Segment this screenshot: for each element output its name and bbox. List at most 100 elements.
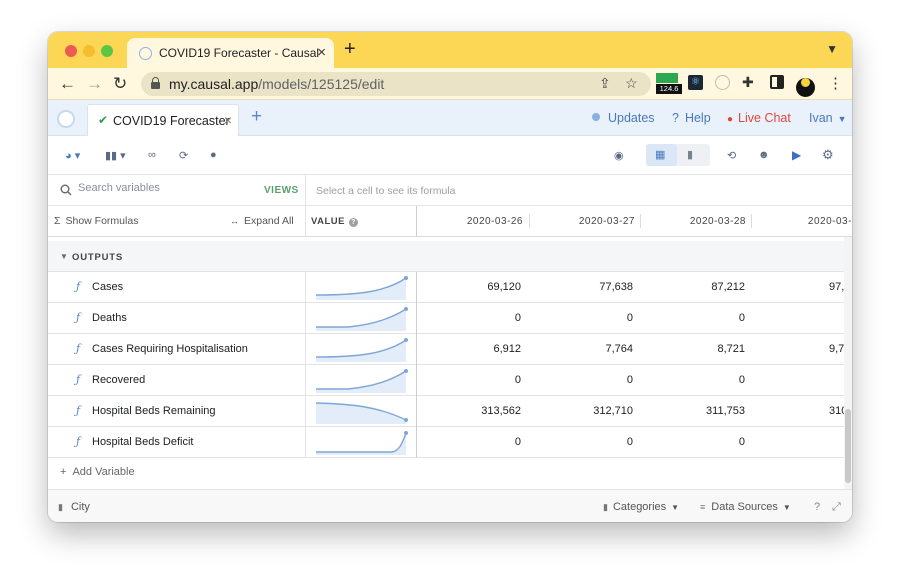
sparkline-chart[interactable] xyxy=(314,275,410,301)
sidebar-panel-icon[interactable] xyxy=(770,75,784,89)
chart-type-icon[interactable]: ▮▮ ▾ xyxy=(105,149,126,162)
extension-counter[interactable]: 124.6 xyxy=(656,73,682,94)
table-row[interactable]: ƒ Hospital Beds Deficit 0 0 0 xyxy=(48,427,844,458)
react-devtools-icon[interactable]: ⚛ xyxy=(688,75,703,90)
variable-name[interactable]: Hospital Beds Remaining xyxy=(92,405,216,417)
link-icon[interactable]: ∞ xyxy=(148,149,156,161)
puzzle-extensions-icon[interactable]: ✚ xyxy=(742,74,754,91)
view-mode-toggle[interactable]: ▦ ▮ xyxy=(646,144,710,166)
eye-icon[interactable]: ◉ xyxy=(614,149,624,162)
table-row[interactable]: ƒ Hospital Beds Remaining 313,562 312,710 31… xyxy=(48,396,844,427)
table-cell[interactable]: 311,753 xyxy=(645,405,745,417)
table-cell[interactable]: 69,120 xyxy=(421,281,521,293)
minimize-window-button[interactable] xyxy=(83,45,95,57)
table-cell[interactable]: 0 xyxy=(533,374,633,386)
time-settings-icon[interactable]: ◕ ▾ xyxy=(65,149,80,162)
help-icon[interactable]: ? xyxy=(814,501,820,513)
updates-link[interactable]: Updates xyxy=(592,111,655,125)
url-field[interactable]: my.causal.app/models/125125/edit ⇪ ☆ xyxy=(141,72,651,96)
maximize-window-button[interactable] xyxy=(101,45,113,57)
chart-view-icon[interactable]: ▮ xyxy=(687,148,693,161)
search-variables-input[interactable] xyxy=(78,182,248,194)
show-formulas-toggle[interactable]: Σ Show Formulas xyxy=(54,215,138,227)
table-cell[interactable]: 0 xyxy=(421,436,521,448)
help-link[interactable]: ? Help xyxy=(672,111,711,125)
table-cell[interactable]: 7,764 xyxy=(533,343,633,355)
table-cell[interactable]: 312,710 xyxy=(533,405,633,417)
sparkline-chart[interactable] xyxy=(314,430,410,456)
variable-name[interactable]: Cases xyxy=(92,281,123,293)
refresh-icon[interactable]: ⟳ xyxy=(179,149,188,162)
table-cell[interactable]: 0 xyxy=(645,374,745,386)
table-cell[interactable]: 0 xyxy=(645,436,745,448)
new-tab-button[interactable]: + xyxy=(344,38,356,61)
model-tab[interactable]: ✔ COVID19 Forecaster × xyxy=(87,104,239,136)
close-window-button[interactable] xyxy=(65,45,77,57)
reload-icon[interactable]: ↻ xyxy=(113,74,127,94)
back-arrow-icon[interactable]: ← xyxy=(59,74,76,94)
help-circle-icon[interactable]: ? xyxy=(349,218,358,227)
date-column-header[interactable]: 2020-03-28 xyxy=(654,216,746,227)
add-variable-button[interactable]: + Add Variable xyxy=(60,466,135,478)
live-chat-link[interactable]: ● Live Chat xyxy=(727,111,791,125)
expand-all-button[interactable]: ↔ Expand All xyxy=(230,215,294,227)
profile-avatar[interactable] xyxy=(796,73,815,97)
date-column-header[interactable]: 2020-03-27 xyxy=(543,216,635,227)
add-model-tab-button[interactable]: + xyxy=(251,106,262,128)
history-icon[interactable]: ⟲ xyxy=(727,149,736,162)
table-cell[interactable]: 0 xyxy=(533,436,633,448)
bookmark-star-icon[interactable]: ☆ xyxy=(625,75,638,92)
table-cell[interactable]: 0 xyxy=(421,312,521,324)
comment-icon[interactable]: ● xyxy=(210,149,217,161)
variable-name[interactable]: Recovered xyxy=(92,374,145,386)
table-cell[interactable]: 0 xyxy=(533,312,633,324)
table-cell[interactable]: 9,7 xyxy=(829,343,844,355)
table-cell[interactable]: 0 xyxy=(645,312,745,324)
forward-arrow-icon[interactable]: → xyxy=(86,74,103,94)
model-tab-close-icon[interactable]: × xyxy=(224,112,232,128)
views-button[interactable]: VIEWS xyxy=(264,185,299,196)
variable-name[interactable]: Cases Requiring Hospitalisation xyxy=(92,343,248,355)
user-menu[interactable]: Ivan ▼ xyxy=(809,111,847,125)
date-column-header[interactable]: 2020-03-2 xyxy=(766,216,852,227)
sparkline-chart[interactable] xyxy=(314,368,410,394)
table-row[interactable]: ƒ Cases 69,120 77,638 87,212 97,9 xyxy=(48,272,844,303)
expand-icon[interactable]: ⤢ xyxy=(832,501,841,514)
grid-view-button[interactable]: ▦ xyxy=(646,144,677,166)
lock-icon[interactable] xyxy=(151,77,160,89)
sparkline-chart[interactable] xyxy=(314,306,410,332)
table-cell[interactable]: 8,721 xyxy=(645,343,745,355)
tab-close-icon[interactable]: × xyxy=(317,44,326,61)
causal-logo-icon[interactable] xyxy=(57,110,75,128)
scrollbar-thumb[interactable] xyxy=(845,409,851,483)
sparkline-chart[interactable] xyxy=(314,337,410,363)
timer-extension-icon[interactable] xyxy=(715,75,730,90)
table-row[interactable]: ƒ Recovered 0 0 0 xyxy=(48,365,844,396)
table-cell[interactable]: 97,9 xyxy=(829,281,844,293)
table-cell[interactable]: 313,562 xyxy=(421,405,521,417)
collapse-caret-icon[interactable]: ▼ xyxy=(60,252,68,261)
tab-search-chevron-icon[interactable]: ▼ xyxy=(826,42,838,56)
table-cell[interactable]: 310,6 xyxy=(829,405,844,417)
vertical-scrollbar[interactable] xyxy=(844,237,852,489)
users-icon[interactable]: ☻ xyxy=(758,149,770,161)
play-icon[interactable]: ▶ xyxy=(792,148,801,162)
table-cell[interactable]: 0 xyxy=(421,374,521,386)
settings-gear-icon[interactable]: ⚙ xyxy=(822,147,834,163)
variable-name[interactable]: Hospital Beds Deficit xyxy=(92,436,194,448)
date-column-header[interactable]: 2020-03-26 xyxy=(431,216,523,227)
data-sources-menu[interactable]: ≡ Data Sources ▼ xyxy=(700,501,791,513)
table-row[interactable]: ƒ Cases Requiring Hospitalisation 6,912 7,7… xyxy=(48,334,844,365)
share-icon[interactable]: ⇪ xyxy=(599,75,611,92)
city-dimension[interactable]: ▮ City xyxy=(58,501,90,513)
table-cell[interactable]: 87,212 xyxy=(645,281,745,293)
sparkline-chart[interactable] xyxy=(314,399,410,425)
table-cell[interactable]: 6,912 xyxy=(421,343,521,355)
table-cell[interactable]: 77,638 xyxy=(533,281,633,293)
table-row[interactable]: ƒ Deaths 0 0 0 xyxy=(48,303,844,334)
section-header-outputs[interactable]: ▼ OUTPUTS xyxy=(48,241,844,272)
formula-bar[interactable]: Select a cell to see its formula xyxy=(316,185,455,197)
browser-tab[interactable]: COVID19 Forecaster - Causal × xyxy=(127,38,334,68)
variable-name[interactable]: Deaths xyxy=(92,312,127,324)
browser-menu-icon[interactable]: ⋮ xyxy=(828,74,843,92)
